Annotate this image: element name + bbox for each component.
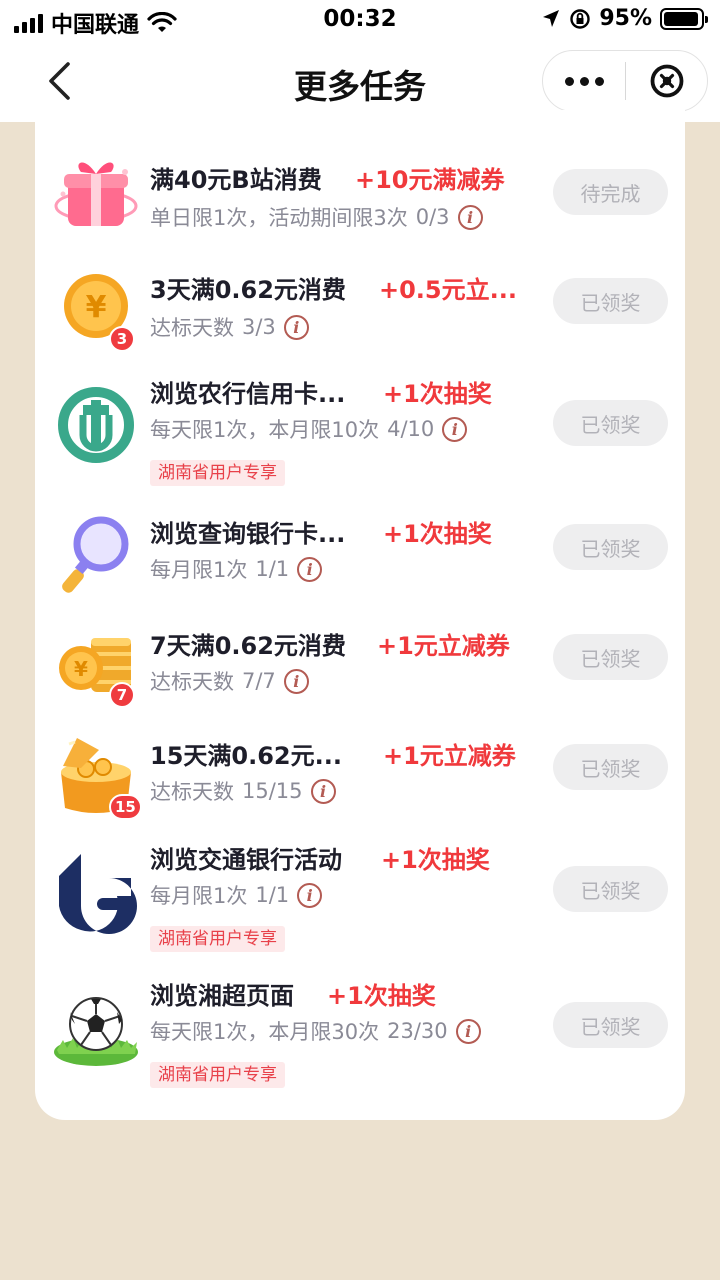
- battery-icon: [660, 7, 708, 30]
- task-status-button[interactable]: 已领奖: [553, 634, 668, 680]
- task-desc: 每天限1次，本月限30次: [150, 1020, 380, 1044]
- status-bar: 中国联通 00:32 95%: [0, 0, 720, 40]
- task-status-button[interactable]: 已领奖: [553, 400, 668, 446]
- task-progress: 4/10: [387, 417, 435, 441]
- task-reward: +1次抽奖: [383, 380, 492, 408]
- task-reward: +0.5元立...: [379, 276, 517, 304]
- task-desc: 单日限1次，活动期间限3次: [150, 206, 408, 230]
- task-progress: 15/15: [242, 779, 303, 803]
- task-desc-row: 每天限1次，本月限10次 4/10 i: [150, 414, 468, 444]
- task-desc-row: 达标天数 15/15 i: [150, 776, 336, 806]
- task-desc-row: 每月限1次 1/1 i: [150, 880, 323, 910]
- info-icon[interactable]: i: [455, 1018, 481, 1044]
- task-desc: 达标天数: [150, 780, 234, 804]
- task-progress: 3/3: [242, 315, 276, 339]
- task-desc: 达标天数: [150, 316, 234, 340]
- task-status-button[interactable]: 已领奖: [553, 1002, 668, 1048]
- task-desc-row: 每月限1次 1/1 i: [150, 554, 323, 584]
- task-status-button[interactable]: 已领奖: [553, 278, 668, 324]
- task-card: 满40元B站消费 +10元满减券 单日限1次，活动期间限3次 0/3 i 待完成…: [35, 110, 685, 1120]
- back-button[interactable]: [38, 58, 80, 104]
- battery-fill: [664, 11, 699, 26]
- task-title: 浏览查询银行卡...: [150, 520, 346, 548]
- close-button[interactable]: [626, 51, 707, 111]
- info-icon[interactable]: i: [283, 314, 309, 340]
- region-tag: 湖南省用户专享: [150, 1062, 285, 1088]
- task-reward: +1元立减券: [377, 632, 510, 660]
- task-title: 满40元B站消费: [150, 166, 322, 194]
- task-title: 15天满0.62元...: [150, 742, 342, 770]
- region-tag: 湖南省用户专享: [150, 460, 285, 486]
- status-right: 95%: [541, 6, 708, 31]
- gift-box-icon: [54, 162, 138, 226]
- chevron-left-icon: [49, 62, 70, 100]
- task-title: 7天满0.62元消费: [150, 632, 346, 660]
- task-title: 浏览农行信用卡...: [150, 380, 346, 408]
- svg-text:¥: ¥: [74, 657, 88, 681]
- orientation-lock-icon: [570, 8, 591, 29]
- task-progress: 23/30: [387, 1019, 448, 1043]
- task-status-button[interactable]: 已领奖: [553, 866, 668, 912]
- task-status-button[interactable]: 待完成: [553, 169, 668, 215]
- task-desc: 达标天数: [150, 670, 234, 694]
- bocom-bank-logo-icon: [59, 854, 137, 934]
- location-arrow-icon: [543, 9, 560, 27]
- task-desc-row: 每天限1次，本月限30次 23/30 i: [150, 1016, 481, 1046]
- task-status-button[interactable]: 已领奖: [553, 524, 668, 570]
- task-reward: +1次抽奖: [383, 520, 492, 548]
- task-title: 浏览交通银行活动: [150, 846, 342, 874]
- task-desc: 每月限1次: [150, 884, 248, 908]
- task-progress: 7/7: [242, 669, 276, 693]
- task-reward: +1次抽奖: [381, 846, 490, 874]
- abc-bank-logo-icon: [58, 387, 134, 463]
- info-icon[interactable]: i: [457, 204, 483, 230]
- task-reward: +10元满减券: [355, 166, 505, 194]
- task-title: 3天满0.62元消费: [150, 276, 346, 304]
- task-progress: 0/3: [415, 205, 450, 229]
- task-progress: 1/1: [255, 557, 290, 581]
- badge-count: 7: [109, 682, 135, 708]
- task-status-button[interactable]: 已领奖: [553, 744, 668, 790]
- battery-percent: 95%: [599, 6, 652, 31]
- ellipsis-icon: [564, 76, 574, 86]
- info-icon[interactable]: i: [283, 668, 309, 694]
- info-icon[interactable]: i: [442, 416, 468, 442]
- task-title: 浏览湘超页面: [150, 982, 294, 1010]
- magnifier-icon: [62, 516, 129, 593]
- task-reward: +1次抽奖: [327, 982, 436, 1010]
- info-icon[interactable]: i: [310, 778, 336, 804]
- task-desc-row: 达标天数 7/7 i: [150, 666, 309, 696]
- info-icon[interactable]: i: [297, 882, 323, 908]
- task-progress: 1/1: [255, 883, 290, 907]
- soccer-ball-icon: [54, 997, 138, 1066]
- task-desc-row: 达标天数 3/3 i: [150, 312, 309, 342]
- svg-text:¥: ¥: [86, 290, 107, 325]
- task-desc: 每月限1次: [150, 558, 248, 582]
- badge-count: 3: [109, 326, 135, 352]
- region-tag: 湖南省用户专享: [150, 926, 285, 952]
- mini-program-capsule: [542, 50, 708, 112]
- info-icon[interactable]: i: [297, 556, 323, 582]
- task-reward: +1元立减券: [383, 742, 516, 770]
- circle-close-icon: [650, 64, 683, 98]
- more-button[interactable]: [543, 51, 625, 111]
- task-desc-row: 单日限1次，活动期间限3次 0/3 i: [150, 202, 483, 232]
- task-desc: 每天限1次，本月限10次: [150, 418, 380, 442]
- badge-count: 15: [109, 794, 142, 820]
